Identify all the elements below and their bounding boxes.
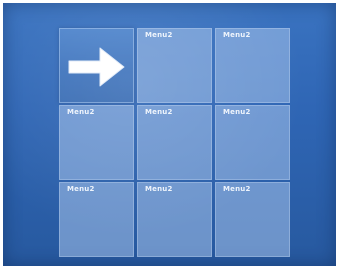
menu-tile-6[interactable]: Menu2	[215, 105, 290, 180]
menu-tile-label: Menu2	[223, 31, 251, 39]
menu-tile-label: Menu2	[223, 108, 251, 116]
menu-tile-1[interactable]	[59, 28, 134, 103]
menu-tile-label: Menu2	[145, 185, 173, 193]
menu-tile-label: Menu2	[145, 31, 173, 39]
menu-tile-9[interactable]: Menu2	[215, 182, 290, 257]
menu-tile-7[interactable]: Menu2	[59, 182, 134, 257]
menu-screen: Menu2 Menu2 Menu2 Menu2 Menu2 Menu2 Menu…	[3, 3, 336, 266]
menu-tile-4[interactable]: Menu2	[59, 105, 134, 180]
menu-tile-label: Menu2	[67, 108, 95, 116]
menu-grid: Menu2 Menu2 Menu2 Menu2 Menu2 Menu2 Menu…	[59, 28, 290, 258]
right-arrow-icon	[68, 47, 125, 87]
menu-tile-2[interactable]: Menu2	[137, 28, 212, 103]
menu-tile-label: Menu2	[145, 108, 173, 116]
menu-tile-label: Menu2	[67, 185, 95, 193]
menu-tile-label: Menu2	[223, 185, 251, 193]
menu-tile-3[interactable]: Menu2	[215, 28, 290, 103]
menu-tile-5[interactable]: Menu2	[137, 105, 212, 180]
menu-tile-8[interactable]: Menu2	[137, 182, 212, 257]
